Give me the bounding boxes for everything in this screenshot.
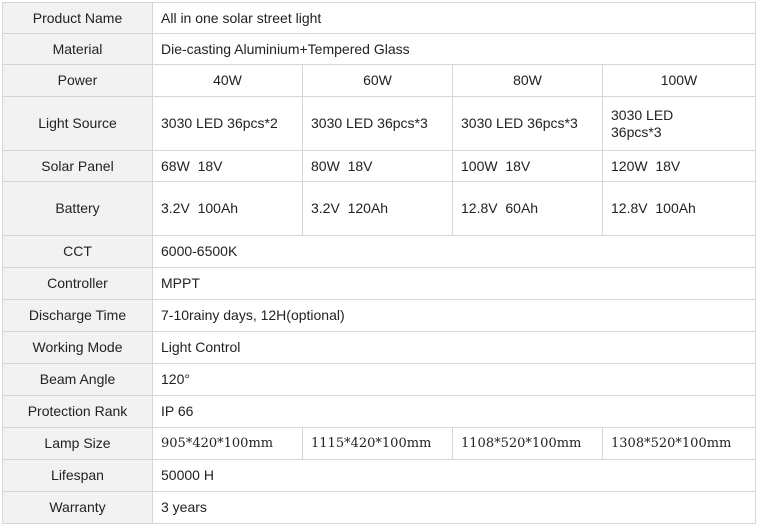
row-battery: Battery 3.2V 100Ah 3.2V 120Ah 12.8V 60Ah… (2, 181, 756, 236)
row-protection-rank: Protection Rank IP 66 (2, 395, 756, 428)
label-solar-panel: Solar Panel (2, 150, 153, 182)
spec-table: Product Name All in one solar street lig… (2, 2, 756, 524)
value-product-name: All in one solar street light (152, 2, 756, 34)
value-lamp-size-1: 905*420*100mm (152, 427, 303, 460)
value-lamp-size-2: 1115*420*100mm (302, 427, 453, 460)
label-material: Material (2, 33, 153, 65)
value-battery-1: 3.2V 100Ah (152, 181, 303, 236)
value-power-100w: 100W (602, 64, 756, 97)
value-power-40w: 40W (152, 64, 303, 97)
row-beam-angle: Beam Angle 120° (2, 363, 756, 396)
value-solar-panel-3: 100W 18V (452, 150, 603, 182)
label-battery: Battery (2, 181, 153, 236)
row-discharge-time: Discharge Time 7-10rainy days, 12H(optio… (2, 299, 756, 332)
label-light-source: Light Source (2, 96, 153, 151)
row-solar-panel: Solar Panel 68W 18V 80W 18V 100W 18V 120… (2, 150, 756, 182)
label-beam-angle: Beam Angle (2, 363, 153, 396)
value-battery-4: 12.8V 100Ah (602, 181, 756, 236)
value-beam-angle: 120° (152, 363, 756, 396)
label-controller: Controller (2, 267, 153, 300)
row-working-mode: Working Mode Light Control (2, 331, 756, 364)
row-lifespan: Lifespan 50000 H (2, 459, 756, 492)
value-discharge-time: 7-10rainy days, 12H(optional) (152, 299, 756, 332)
label-working-mode: Working Mode (2, 331, 153, 364)
value-light-source-4: 3030 LED 36pcs*3 (602, 96, 756, 151)
value-solar-panel-2: 80W 18V (302, 150, 453, 182)
label-product-name: Product Name (2, 2, 153, 34)
row-lamp-size: Lamp Size 905*420*100mm 1115*420*100mm 1… (2, 427, 756, 460)
label-lifespan: Lifespan (2, 459, 153, 492)
value-light-source-1: 3030 LED 36pcs*2 (152, 96, 303, 151)
row-warranty: Warranty 3 years (2, 491, 756, 524)
label-lamp-size: Lamp Size (2, 427, 153, 460)
label-discharge-time: Discharge Time (2, 299, 153, 332)
value-warranty: 3 years (152, 491, 756, 524)
label-protection-rank: Protection Rank (2, 395, 153, 428)
row-controller: Controller MPPT (2, 267, 756, 300)
value-lamp-size-3: 1108*520*100mm (452, 427, 603, 460)
value-controller: MPPT (152, 267, 756, 300)
value-solar-panel-4: 120W 18V (602, 150, 756, 182)
value-cct: 6000-6500K (152, 235, 756, 268)
label-warranty: Warranty (2, 491, 153, 524)
label-cct: CCT (2, 235, 153, 268)
value-lamp-size-4: 1308*520*100mm (602, 427, 756, 460)
row-material: Material Die-casting Aluminium+Tempered … (2, 33, 756, 65)
value-working-mode: Light Control (152, 331, 756, 364)
row-cct: CCT 6000-6500K (2, 235, 756, 268)
value-lifespan: 50000 H (152, 459, 756, 492)
value-light-source-2: 3030 LED 36pcs*3 (302, 96, 453, 151)
row-light-source: Light Source 3030 LED 36pcs*2 3030 LED 3… (2, 96, 756, 151)
value-power-80w: 80W (452, 64, 603, 97)
row-product-name: Product Name All in one solar street lig… (2, 2, 756, 34)
value-light-source-3: 3030 LED 36pcs*3 (452, 96, 603, 151)
value-material: Die-casting Aluminium+Tempered Glass (152, 33, 756, 65)
value-power-60w: 60W (302, 64, 453, 97)
value-battery-2: 3.2V 120Ah (302, 181, 453, 236)
row-power: Power 40W 60W 80W 100W (2, 64, 756, 97)
label-power: Power (2, 64, 153, 97)
value-solar-panel-1: 68W 18V (152, 150, 303, 182)
value-protection-rank: IP 66 (152, 395, 756, 428)
value-battery-3: 12.8V 60Ah (452, 181, 603, 236)
